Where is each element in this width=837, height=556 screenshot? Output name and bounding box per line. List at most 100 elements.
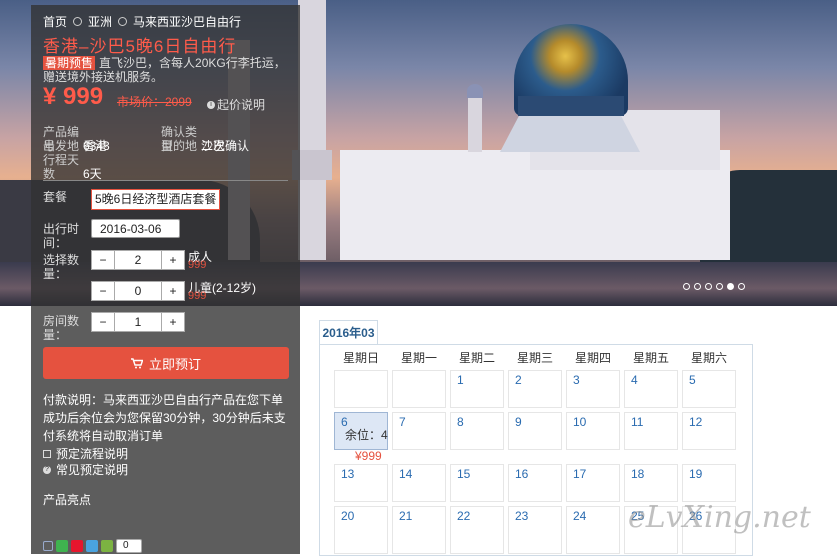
adult-quantity-value[interactable]: 2 (114, 251, 162, 269)
calendar-day-number: 17 (573, 467, 587, 481)
breadcrumb-separator-icon (118, 17, 128, 26)
faq-link[interactable]: ? 常见预定说明 (43, 461, 128, 478)
calendar-day-number: 9 (515, 415, 522, 429)
price-note-link[interactable]: i 起价说明 (207, 96, 265, 113)
calendar-day-number: 4 (631, 373, 638, 387)
room-quantity-stepper: − 1 + (91, 312, 185, 332)
calendar-day[interactable]: 8 (450, 412, 504, 450)
book-now-label: 立即预订 (148, 356, 201, 372)
room-plus-button[interactable]: + (162, 313, 184, 331)
calendar-day[interactable]: 16 (508, 464, 562, 502)
package-option[interactable]: 5晚6日经济型酒店套餐 (91, 189, 221, 210)
calendar-day[interactable]: 24 (566, 506, 620, 554)
calendar-day[interactable]: 14 (392, 464, 446, 502)
carousel-dot[interactable] (694, 283, 701, 290)
adult-quantity-stepper: − 2 + (91, 250, 185, 270)
breadcrumb-asia[interactable]: 亚洲 (88, 13, 112, 30)
calendar-day-number: 10 (573, 415, 587, 429)
calendar-day-number: 1 (457, 373, 464, 387)
calendar-day[interactable]: 11 (624, 412, 678, 450)
child-plus-button[interactable]: + (162, 282, 184, 300)
carousel-dot[interactable] (738, 283, 745, 290)
share-count: 0 (116, 539, 142, 553)
carousel-dots (683, 283, 745, 290)
product-title: 香港–沙巴5晚6日自由行 (43, 37, 237, 56)
question-icon: ? (43, 465, 51, 474)
calendar-day-number: 15 (457, 467, 471, 481)
info-icon: i (207, 100, 215, 109)
more-share-icon[interactable] (101, 540, 113, 552)
calendar-day[interactable]: 9 (508, 412, 562, 450)
carousel-dot[interactable] (683, 283, 690, 290)
calendar-day[interactable]: 3 (566, 370, 620, 408)
child-quantity-value[interactable]: 0 (114, 282, 162, 300)
calendar-day[interactable]: 10 (566, 412, 620, 450)
wechat-icon[interactable] (56, 540, 68, 552)
detail-duration: 行程天数 6天 (43, 153, 102, 181)
qzone-icon[interactable] (86, 540, 98, 552)
breadcrumb-home[interactable]: 首页 (43, 13, 67, 30)
cart-icon (130, 357, 143, 368)
faq-label: 常见预定说明 (56, 463, 129, 477)
carousel-dot[interactable] (727, 283, 734, 290)
room-minus-button[interactable]: − (92, 313, 114, 331)
calendar-month-tab[interactable]: 2016年03 (319, 320, 378, 345)
adult-price: 999 (188, 259, 207, 271)
remaining-seats: 余位：4 (345, 428, 388, 442)
weibo-icon[interactable] (71, 540, 83, 552)
calendar-day[interactable]: 1 (450, 370, 504, 408)
calendar-day[interactable]: 17 (566, 464, 620, 502)
calendar-day-number: 19 (689, 467, 703, 481)
calendar-day[interactable]: 20 (334, 506, 388, 554)
calendar-day[interactable]: 23 (508, 506, 562, 554)
calendar-day[interactable]: 13 (334, 464, 388, 502)
child-minus-button[interactable]: − (92, 282, 114, 300)
calendar-day[interactable]: 7 (392, 412, 446, 450)
calendar-day-number: 11 (631, 415, 644, 429)
breadcrumb-separator-icon (73, 17, 83, 26)
carousel-dot[interactable] (716, 283, 723, 290)
calendar-day-number: 3 (573, 373, 580, 387)
calendar-day-number: 7 (399, 415, 406, 429)
calendar-day[interactable]: 15 (450, 464, 504, 502)
price-note-label: 起价说明 (217, 98, 266, 112)
calendar-day-number: 14 (399, 467, 413, 481)
calendar-day[interactable]: 4 (624, 370, 678, 408)
weekday-header: 星期二 (458, 351, 495, 365)
breadcrumb-current[interactable]: 马来西亚沙巴自由行 (133, 13, 241, 30)
quantity-label: 选择数量： (43, 253, 80, 281)
calendar-day[interactable]: 5 (682, 370, 736, 408)
calendar-day[interactable]: 12 (682, 412, 736, 450)
market-price: 市场价：2099 (117, 95, 192, 109)
calendar-day-number: 8 (457, 415, 464, 429)
calendar-day[interactable]: 2 (508, 370, 562, 408)
travel-date-input[interactable]: 2016-03-06 (91, 219, 180, 238)
book-now-button[interactable]: 立即预订 (43, 347, 289, 379)
date-label: 出行时间： (43, 222, 80, 250)
weekday-header: 星期日 (342, 351, 379, 365)
adult-minus-button[interactable]: − (92, 251, 114, 269)
current-price: ¥ 999 (43, 83, 104, 110)
share-icon[interactable] (43, 541, 53, 551)
carousel-dot[interactable] (705, 283, 712, 290)
weekday-header: 星期五 (632, 351, 669, 365)
payment-note: 付款说明：马来西亚沙巴自由行产品在您下单成功后余位会为您保留30分钟，30分钟后… (43, 393, 286, 443)
calendar-day-number: 21 (399, 509, 413, 523)
promo-text: 暑期预售 直飞沙巴，含每人20KG行李托运，赠送境外接送机服务。 (43, 56, 288, 84)
booking-process-link[interactable]: 预定流程说明 (43, 445, 128, 462)
room-quantity-value[interactable]: 1 (114, 313, 162, 331)
calendar-day[interactable]: 21 (392, 506, 446, 554)
adult-plus-button[interactable]: + (162, 251, 184, 269)
calendar-day (334, 370, 388, 408)
calendar-day[interactable]: 19 (682, 464, 736, 502)
calendar-day-number: 13 (341, 467, 355, 481)
selected-day-price: ¥999 (355, 449, 382, 463)
breadcrumb: 首页 亚洲 马来西亚沙巴自由行 (43, 13, 241, 30)
calendar-day[interactable]: 18 (624, 464, 678, 502)
calendar-day-number: 20 (341, 509, 355, 523)
calendar-day[interactable]: 22 (450, 506, 504, 554)
booking-process-label: 预定流程说明 (56, 447, 129, 461)
room-label: 房间数量： (43, 314, 80, 342)
document-icon (43, 449, 51, 458)
promo-tag: 暑期预售 (43, 56, 96, 70)
